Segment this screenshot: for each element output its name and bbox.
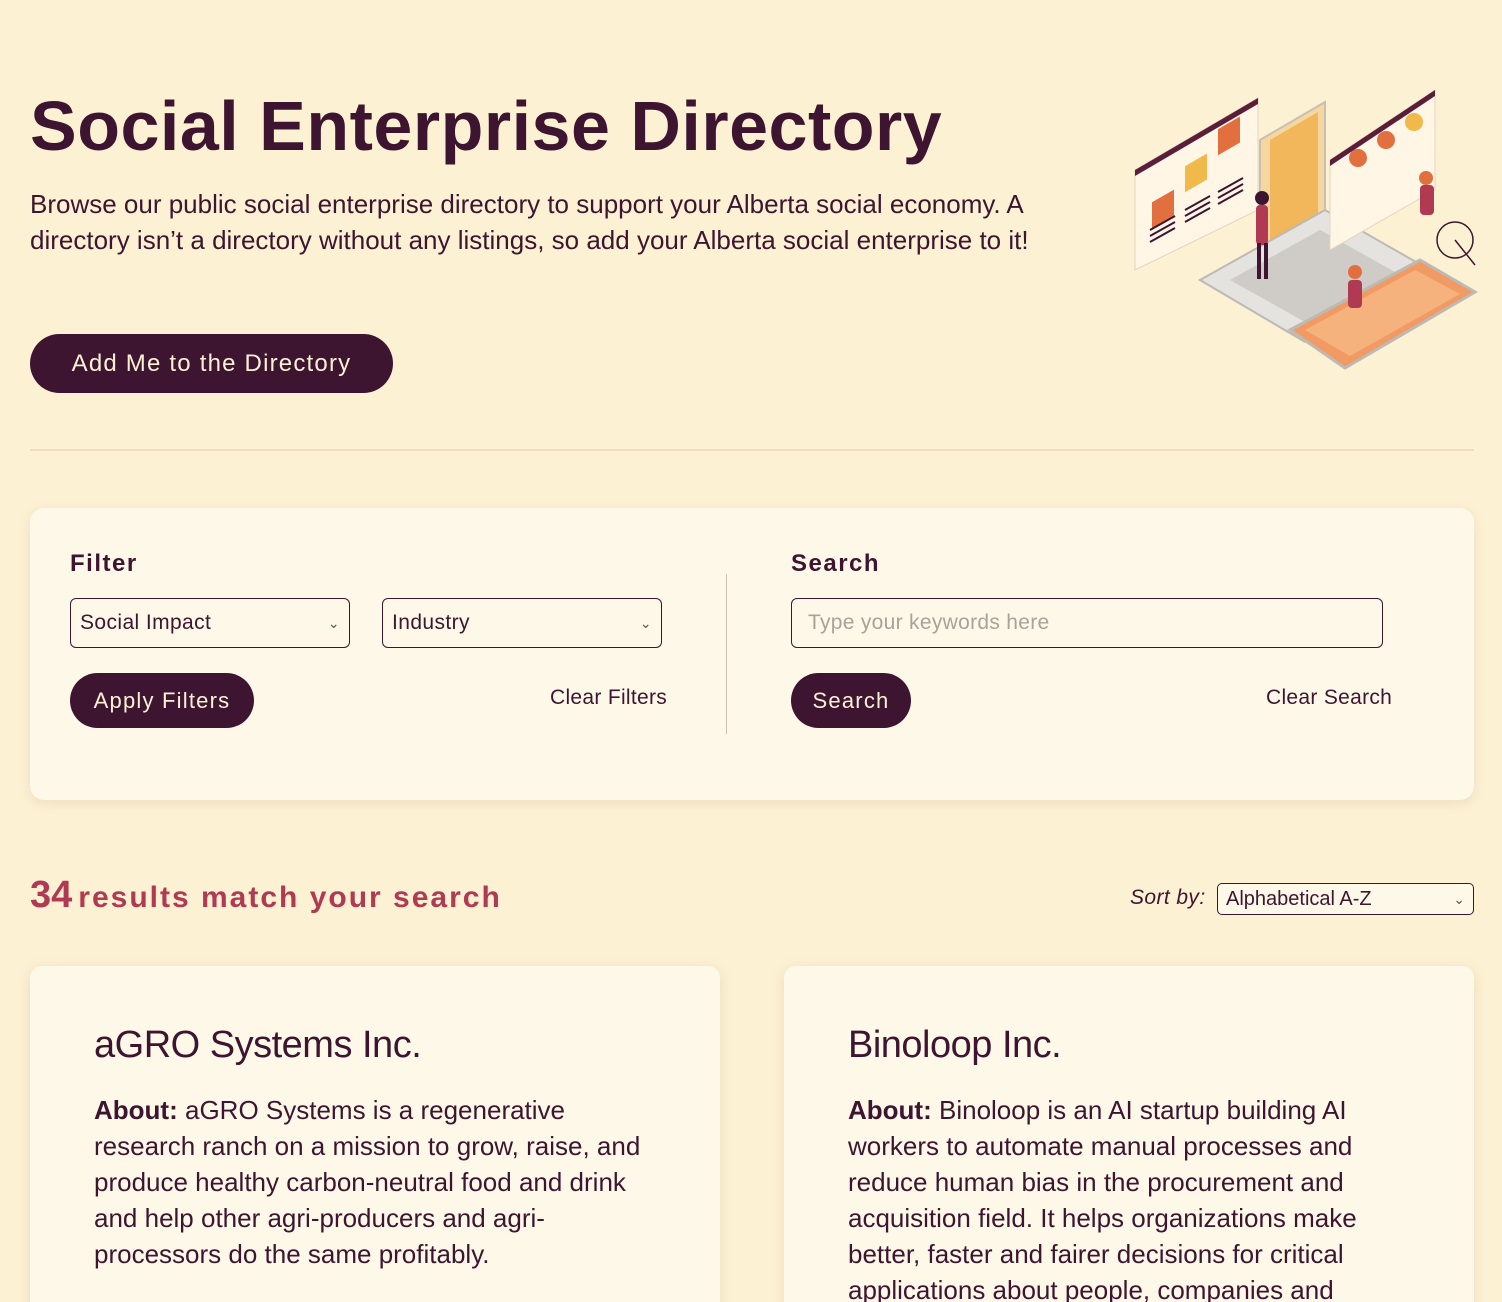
results-text: results match your search: [78, 881, 502, 914]
panel-divider: [726, 574, 727, 734]
enterprise-name: Binoloop Inc.: [848, 1024, 1062, 1066]
chevron-down-icon: ⌄: [327, 614, 340, 631]
search-input[interactable]: [791, 598, 1383, 648]
chevron-down-icon: ⌄: [639, 614, 652, 631]
clear-filters-link[interactable]: Clear Filters: [550, 686, 667, 710]
results-summary: 34 results match your search: [30, 874, 502, 917]
about-label: About:: [94, 1095, 178, 1125]
chevron-down-icon: ⌄: [1453, 890, 1465, 907]
enterprise-about: About: aGRO Systems is a regenerative re…: [94, 1092, 664, 1272]
directory-illustration-icon: [1134, 89, 1478, 370]
industry-select[interactable]: Industry ⌄: [382, 598, 662, 648]
search-heading: Search: [791, 550, 881, 577]
filter-heading: Filter: [70, 550, 138, 577]
about-text: Binoloop is an AI startup building AI wo…: [848, 1095, 1357, 1302]
enterprise-about: About: Binoloop is an AI startup buildin…: [848, 1092, 1418, 1302]
section-divider: [30, 449, 1474, 451]
enterprise-name: aGRO Systems Inc.: [94, 1024, 422, 1066]
sort-select-value: Alphabetical A-Z: [1226, 887, 1372, 910]
sort-select[interactable]: Alphabetical A-Z ⌄: [1217, 883, 1474, 915]
search-button[interactable]: Search: [791, 673, 911, 728]
social-impact-select[interactable]: Social Impact ⌄: [70, 598, 350, 648]
enterprise-card[interactable]: Binoloop Inc. About: Binoloop is an AI s…: [784, 966, 1474, 1302]
page-description: Browse our public social enterprise dire…: [30, 189, 1029, 255]
clear-search-link[interactable]: Clear Search: [1266, 686, 1392, 710]
results-count: 34: [30, 874, 73, 916]
filter-search-panel: Filter Social Impact ⌄ Industry ⌄ Apply …: [30, 508, 1474, 800]
apply-filters-button[interactable]: Apply Filters: [70, 673, 254, 728]
page: Social Enterprise Directory Browse our p…: [0, 0, 1502, 1302]
about-label: About:: [848, 1095, 932, 1125]
enterprise-card[interactable]: aGRO Systems Inc. About: aGRO Systems is…: [30, 966, 720, 1302]
page-title: Social Enterprise Directory: [30, 87, 943, 165]
industry-select-value: Industry: [392, 611, 470, 634]
add-me-to-directory-button[interactable]: Add Me to the Directory: [30, 334, 393, 393]
sort-label: Sort by:: [1130, 886, 1206, 909]
social-impact-select-value: Social Impact: [80, 611, 212, 634]
